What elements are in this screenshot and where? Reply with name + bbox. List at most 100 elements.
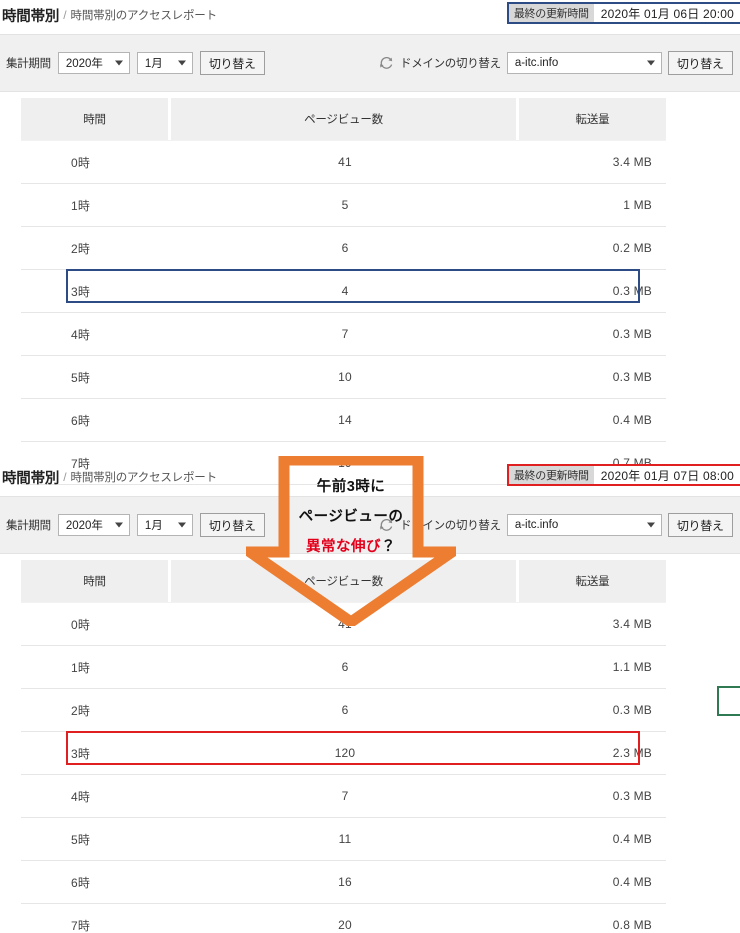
table-row[interactable]: 5時 11 0.4 MB — [21, 818, 666, 861]
cell-time: 1時 — [21, 184, 171, 227]
month-select[interactable]: 1月 — [136, 514, 193, 536]
refresh-icon — [380, 56, 393, 69]
cell-time: 2時 — [21, 227, 171, 270]
cell-pageviews: 120 — [171, 732, 519, 775]
chevron-down-icon — [114, 60, 123, 66]
period-switch-button[interactable]: 切り替え — [199, 51, 265, 75]
cell-time: 6時 — [21, 399, 171, 442]
th-time: 時間 — [21, 560, 171, 602]
domain-select[interactable]: a-itc.info — [506, 514, 662, 536]
cell-pageviews: 11 — [171, 818, 519, 861]
cell-time: 5時 — [21, 818, 171, 861]
last-updated-stamp: 最終の更新時間 2020年 01月 06日 20:00 — [506, 2, 740, 24]
month-select-value: 1月 — [144, 520, 163, 532]
th-time: 時間 — [21, 98, 171, 140]
year-select[interactable]: 2020年 — [57, 514, 130, 536]
cell-transfer: 2.3 MB — [519, 732, 666, 775]
th-pageviews: ページビュー数 — [171, 98, 519, 140]
period-controls-top: 集計期間 2020年 1月 切り替え — [6, 51, 265, 75]
domain-select-value: a-itc.info — [514, 519, 559, 531]
table-row-highlighted[interactable]: 3時 4 0.3 MB — [21, 270, 666, 313]
table-row-highlighted[interactable]: 3時 120 2.3 MB — [21, 732, 666, 775]
table-row[interactable]: 4時 7 0.3 MB — [21, 775, 666, 818]
period-switch-button[interactable]: 切り替え — [199, 513, 265, 537]
header-row-bottom: 時間帯別 / 時間帯別のアクセスレポート 最終の更新時間 2020年 01月 0… — [0, 462, 740, 492]
header-row-top: 時間帯別 / 時間帯別のアクセスレポート 最終の更新時間 2020年 01月 0… — [0, 0, 740, 30]
domain-controls-bottom: ドメインの切り替え a-itc.info 切り替え — [378, 513, 733, 537]
cell-time: 4時 — [21, 775, 171, 818]
period-controls-bottom: 集計期間 2020年 1月 切り替え — [6, 513, 265, 537]
cell-transfer: 0.4 MB — [519, 861, 666, 904]
cell-time: 3時 — [21, 732, 171, 775]
year-select[interactable]: 2020年 — [57, 52, 130, 74]
cell-transfer: 3.4 MB — [519, 140, 666, 184]
table-row[interactable]: 4時 7 0.3 MB — [21, 313, 666, 356]
domain-label: ドメインの切り替え — [400, 520, 501, 532]
table-row[interactable]: 5時 10 0.3 MB — [21, 356, 666, 399]
cell-transfer: 0.4 MB — [519, 818, 666, 861]
cell-pageviews: 6 — [171, 646, 519, 689]
table-wrap-bottom: 時間 ページビュー数 転送量 0時 41 3.4 MB 1時 6 1.1 MB — [0, 560, 740, 933]
table-row[interactable]: 7時 20 0.8 MB — [21, 904, 666, 933]
title-separator: / — [63, 8, 67, 22]
th-transfer: 転送量 — [519, 98, 666, 140]
table-row[interactable]: 2時 6 0.2 MB — [21, 227, 666, 270]
cell-time: 7時 — [21, 904, 171, 933]
last-updated-value: 2020年 01月 06日 20:00 — [600, 6, 734, 21]
cell-time: 0時 — [21, 602, 171, 646]
cell-time: 2時 — [21, 689, 171, 732]
domain-select-value: a-itc.info — [514, 57, 559, 69]
table-row[interactable]: 6時 16 0.4 MB — [21, 861, 666, 904]
domain-switch-button[interactable]: 切り替え — [667, 51, 733, 75]
chevron-down-icon — [177, 522, 186, 528]
chevron-down-icon — [177, 60, 186, 66]
table-row[interactable]: 1時 6 1.1 MB — [21, 646, 666, 689]
report-section-top: 時間帯別 / 時間帯別のアクセスレポート 最終の更新時間 2020年 01月 0… — [0, 0, 740, 485]
domain-controls-top: ドメインの切り替え a-itc.info 切り替え — [378, 51, 733, 75]
cell-transfer: 0.2 MB — [519, 227, 666, 270]
table-row[interactable]: 1時 5 1 MB — [21, 184, 666, 227]
domain-select[interactable]: a-itc.info — [506, 52, 662, 74]
cell-pageviews: 4 — [171, 270, 519, 313]
cell-pageviews: 7 — [171, 313, 519, 356]
page-title: 時間帯別 — [2, 470, 60, 487]
cell-transfer: 0.3 MB — [519, 313, 666, 356]
hourly-access-table-bottom: 時間 ページビュー数 転送量 0時 41 3.4 MB 1時 6 1.1 MB — [21, 560, 666, 933]
cell-transfer: 0.4 MB — [519, 399, 666, 442]
cell-transfer: 0.3 MB — [519, 775, 666, 818]
domain-label: ドメインの切り替え — [400, 58, 501, 70]
year-select-value: 2020年 — [65, 520, 103, 532]
cell-transfer: 0.3 MB — [519, 689, 666, 732]
table-row[interactable]: 0時 41 3.4 MB — [21, 140, 666, 184]
cell-pageviews: 5 — [171, 184, 519, 227]
green-outline-marker — [717, 686, 740, 716]
table-row[interactable]: 6時 14 0.4 MB — [21, 399, 666, 442]
cell-time: 0時 — [21, 140, 171, 184]
last-updated-stamp: 最終の更新時間 2020年 01月 07日 08:00 — [506, 464, 740, 486]
cell-time: 6時 — [21, 861, 171, 904]
page-subtitle: 時間帯別のアクセスレポート — [70, 10, 218, 22]
cell-pageviews: 41 — [171, 602, 519, 646]
last-updated-value: 2020年 01月 07日 08:00 — [600, 468, 734, 483]
domain-switch-button[interactable]: 切り替え — [667, 513, 733, 537]
chevron-down-icon — [114, 522, 123, 528]
month-select[interactable]: 1月 — [136, 52, 193, 74]
table-header-row: 時間 ページビュー数 転送量 — [21, 560, 666, 602]
refresh-icon — [380, 518, 393, 531]
cell-time: 4時 — [21, 313, 171, 356]
cell-pageviews: 10 — [171, 356, 519, 399]
table-row[interactable]: 2時 6 0.3 MB — [21, 689, 666, 732]
hourly-access-table-top: 時間 ページビュー数 転送量 0時 41 3.4 MB 1時 5 1 MB 2時… — [21, 98, 666, 485]
cell-pageviews: 14 — [171, 399, 519, 442]
report-page: 時間帯別 / 時間帯別のアクセスレポート 最終の更新時間 2020年 01月 0… — [0, 0, 740, 933]
table-wrap-top: 時間 ページビュー数 転送量 0時 41 3.4 MB 1時 5 1 MB 2時… — [0, 98, 740, 485]
title-separator: / — [63, 470, 67, 484]
cell-time: 5時 — [21, 356, 171, 399]
cell-pageviews: 6 — [171, 227, 519, 270]
cell-pageviews: 20 — [171, 904, 519, 933]
cell-time: 1時 — [21, 646, 171, 689]
table-row[interactable]: 0時 41 3.4 MB — [21, 602, 666, 646]
controls-band-top: 集計期間 2020年 1月 切り替え ドメインの切り替え a-itc.info … — [0, 34, 740, 92]
year-select-value: 2020年 — [65, 58, 103, 70]
cell-transfer: 1 MB — [519, 184, 666, 227]
